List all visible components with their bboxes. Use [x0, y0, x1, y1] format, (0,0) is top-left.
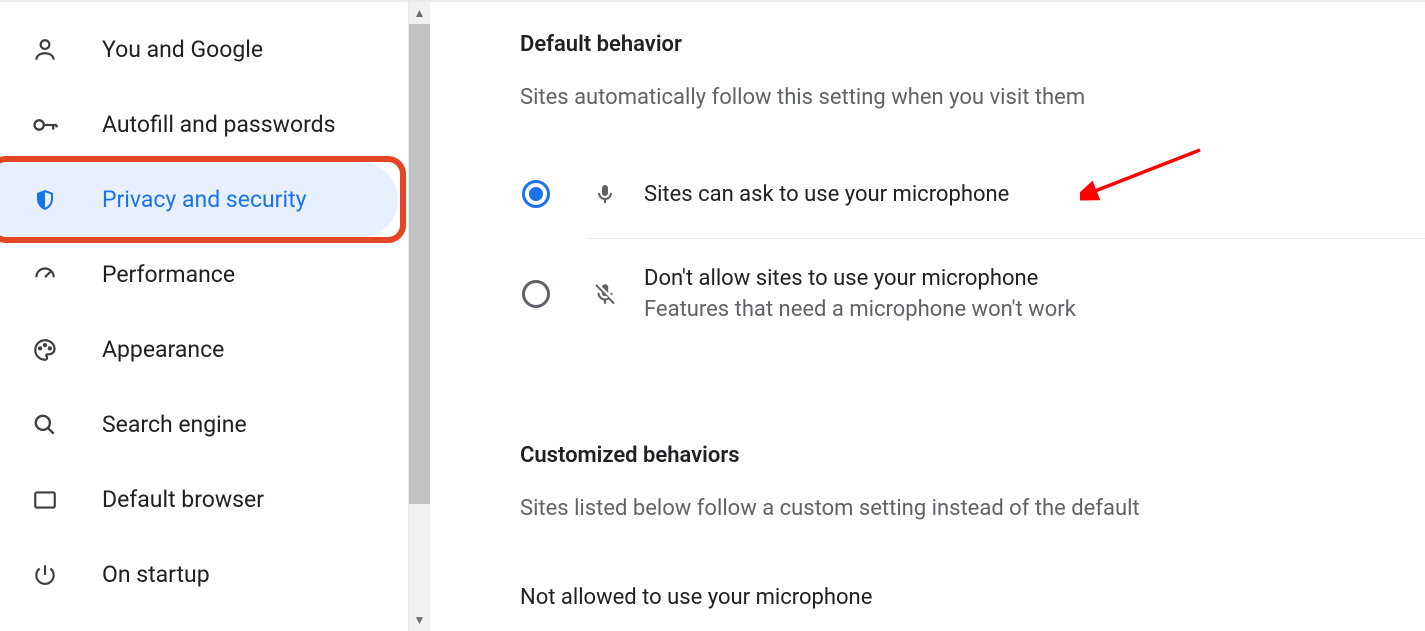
sidebar-item-label: Privacy and security: [102, 186, 306, 213]
sidebar-item-on-startup[interactable]: On startup: [0, 537, 398, 612]
default-behavior-heading: Default behavior: [520, 32, 1425, 57]
not-allowed-heading: Not allowed to use your microphone: [520, 585, 1425, 610]
sidebar-item-privacy[interactable]: Privacy and security: [0, 162, 398, 237]
sidebar-item-label: Search engine: [102, 411, 247, 438]
sidebar-item-search-engine[interactable]: Search engine: [0, 387, 398, 462]
sidebar-item-label: Appearance: [102, 336, 224, 363]
sidebar-scrollbar[interactable]: ▲ ▼: [408, 2, 430, 631]
customized-behaviors-subtext: Sites listed below follow a custom setti…: [520, 496, 1425, 521]
person-icon: [30, 35, 60, 65]
scrollbar-thumb[interactable]: [409, 24, 430, 504]
scroll-down-arrow-icon[interactable]: ▼: [409, 609, 430, 631]
shield-icon: [30, 185, 60, 215]
sidebar-item-label: Default browser: [102, 486, 264, 513]
radio-option-block[interactable]: Don't allow sites to use your microphone…: [522, 239, 1425, 349]
radio-option-allow[interactable]: Sites can ask to use your microphone: [522, 150, 1425, 238]
microphone-icon: [590, 179, 620, 209]
browser-icon: [30, 485, 60, 515]
radio-option-block-desc: Features that need a microphone won't wo…: [644, 297, 1076, 322]
settings-sidebar: You and Google Autofill and passwords Pr…: [0, 0, 430, 631]
sidebar-item-label: Performance: [102, 261, 235, 288]
speedometer-icon: [30, 260, 60, 290]
layout-gutter: [430, 0, 488, 631]
customized-behaviors-heading: Customized behaviors: [520, 443, 1425, 468]
sidebar-item-default-browser[interactable]: Default browser: [0, 462, 398, 537]
key-icon: [30, 110, 60, 140]
power-icon: [30, 560, 60, 590]
radio-unselected-icon[interactable]: [522, 280, 550, 308]
sidebar-item-performance[interactable]: Performance: [0, 237, 398, 312]
sidebar-item-you-and-google[interactable]: You and Google: [0, 12, 398, 87]
sidebar-item-label: You and Google: [102, 36, 263, 63]
radio-option-allow-label: Sites can ask to use your microphone: [644, 182, 1009, 207]
radio-selected-icon[interactable]: [522, 180, 550, 208]
sidebar-item-label: On startup: [102, 561, 210, 588]
search-icon: [30, 410, 60, 440]
sidebar-item-label: Autofill and passwords: [102, 111, 336, 138]
palette-icon: [30, 335, 60, 365]
microphone-off-icon: [590, 279, 620, 309]
scroll-up-arrow-icon[interactable]: ▲: [409, 2, 430, 24]
sidebar-item-appearance[interactable]: Appearance: [0, 312, 398, 387]
default-behavior-subtext: Sites automatically follow this setting …: [520, 85, 1425, 110]
sidebar-item-autofill[interactable]: Autofill and passwords: [0, 87, 398, 162]
radio-option-block-label: Don't allow sites to use your microphone: [644, 266, 1076, 291]
settings-main-panel: Default behavior Sites automatically fol…: [488, 0, 1425, 631]
